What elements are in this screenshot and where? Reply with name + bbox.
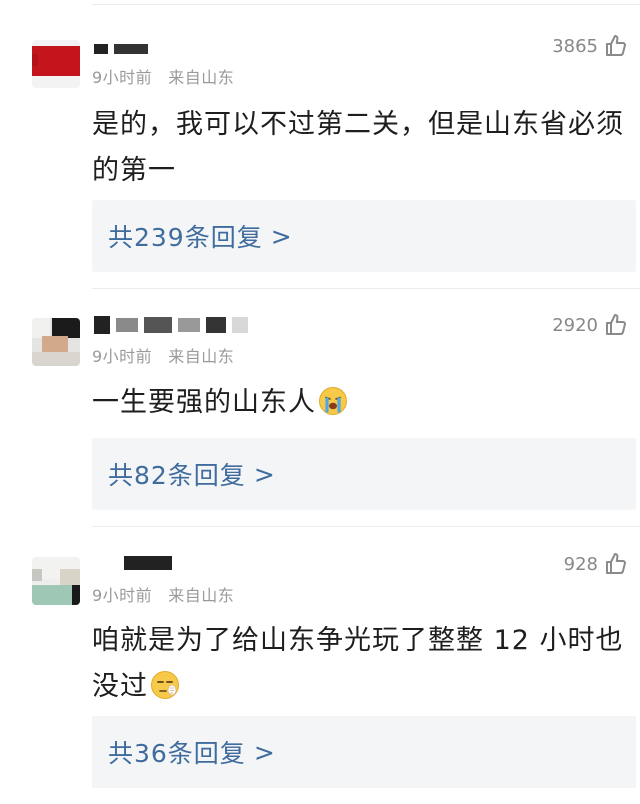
view-replies-button[interactable]: 共82条回复 > [92, 438, 636, 510]
view-replies-button[interactable]: 共36条回复 > [92, 716, 636, 788]
comment-meta: 9小时前 来自山东 [92, 343, 234, 367]
chevron-right-icon: > [270, 221, 293, 251]
avatar[interactable] [32, 318, 80, 366]
like-count: 2920 [552, 314, 598, 336]
reply-count: 共82条回复 [108, 461, 246, 490]
comment-time: 9小时前 [92, 68, 153, 87]
comment-time: 9小时前 [92, 586, 153, 605]
chevron-right-icon: > [253, 737, 276, 767]
comment-text-body: 一生要强的山东人 [92, 387, 316, 418]
username-redacted[interactable] [94, 40, 148, 58]
like-count: 3865 [552, 35, 598, 57]
comment-time: 9小时前 [92, 347, 153, 366]
chevron-right-icon: > [253, 459, 276, 489]
comment-divider [92, 526, 640, 527]
thumbs-up-icon [604, 34, 628, 58]
comment-location: 来自山东 [168, 347, 235, 366]
avatar[interactable] [32, 557, 80, 605]
comment-text: 咱就是为了给山东争光玩了整整 12 小时也没过 [92, 618, 632, 710]
smirk-face-emoji [150, 669, 180, 699]
reply-count: 共36条回复 [108, 739, 246, 768]
thumbs-up-icon [604, 552, 628, 576]
like-count: 928 [563, 553, 598, 575]
like-button[interactable]: 2920 [552, 313, 628, 337]
username-redacted[interactable] [94, 554, 172, 572]
like-button[interactable]: 3865 [552, 34, 628, 58]
comment-meta: 9小时前 来自山东 [92, 582, 234, 606]
view-replies-button[interactable]: 共239条回复 > [92, 200, 636, 272]
crying-face-emoji [318, 385, 348, 415]
comment-text: 是的，我可以不过第二关，但是山东省必须的第一 [92, 109, 624, 186]
username-redacted[interactable] [94, 316, 248, 334]
top-divider [92, 4, 640, 5]
comment-divider [92, 288, 640, 289]
comment-location: 来自山东 [168, 586, 235, 605]
comment-text: 一生要强的山东人 [92, 380, 632, 426]
comment-location: 来自山东 [168, 68, 235, 87]
avatar[interactable] [32, 40, 80, 88]
comment-meta: 9小时前 来自山东 [92, 64, 234, 88]
thumbs-up-icon [604, 313, 628, 337]
reply-count: 共239条回复 [108, 223, 263, 252]
like-button[interactable]: 928 [564, 552, 628, 576]
